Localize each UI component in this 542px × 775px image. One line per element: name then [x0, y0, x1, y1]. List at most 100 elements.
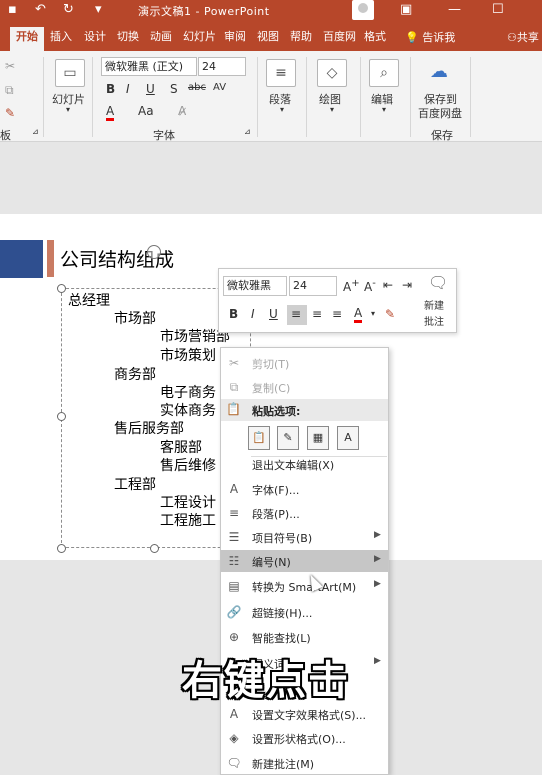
change-case-button[interactable]: Aa: [138, 104, 154, 118]
paste-text-only-icon[interactable]: A: [337, 426, 359, 450]
rotate-handle[interactable]: [147, 245, 161, 259]
ribbon-display-icon[interactable]: ▣: [400, 2, 412, 17]
cut-icon[interactable]: ✂: [5, 59, 15, 73]
paragraph-icon[interactable]: ≡: [266, 59, 296, 87]
italic-button[interactable]: I: [126, 82, 130, 96]
font-size-select[interactable]: 24: [198, 57, 246, 76]
maximize-icon[interactable]: ☐: [492, 2, 504, 17]
chevron-down-icon[interactable]: ▾: [330, 105, 334, 114]
paste-keep-source-format-icon[interactable]: ✎: [277, 426, 299, 450]
redo-icon[interactable]: ↻: [63, 2, 74, 17]
resize-handle[interactable]: [57, 284, 66, 293]
tab-help[interactable]: 帮助: [290, 29, 312, 51]
user-avatar[interactable]: [352, 0, 374, 20]
shadow-button[interactable]: S: [170, 82, 178, 96]
new-comment-label-1[interactable]: 新建: [424, 297, 444, 312]
save-group-label: 保存: [431, 129, 453, 142]
org-line: 售后服务部: [114, 421, 184, 437]
format-painter-icon[interactable]: ✎: [385, 307, 395, 321]
separator: [410, 57, 411, 137]
resize-handle[interactable]: [57, 412, 66, 421]
separator: [306, 57, 307, 137]
menu-item-shape-format[interactable]: ◈ 设置形状格式(O)...: [221, 727, 388, 749]
underline-button[interactable]: U: [146, 82, 155, 96]
italic-button[interactable]: I: [251, 307, 255, 321]
tab-slideshow[interactable]: 幻灯片: [183, 29, 216, 51]
align-left-icon[interactable]: ≡: [291, 307, 301, 321]
editing-icon[interactable]: ⌕: [369, 59, 399, 87]
submenu-arrow-icon: ▶: [374, 530, 381, 540]
title-accent-bar: [0, 240, 43, 278]
baidu-cloud-icon[interactable]: ☁: [430, 61, 448, 82]
paste-picture-icon[interactable]: ▦: [307, 426, 329, 450]
strikethrough-button[interactable]: abc: [188, 82, 206, 93]
menu-item-hyperlink[interactable]: 🔗 超链接(H)...: [221, 601, 388, 623]
tab-animations[interactable]: 动画: [150, 29, 172, 51]
clear-format-icon[interactable]: A̷: [178, 104, 186, 118]
font-color-button[interactable]: A: [106, 104, 115, 121]
resize-handle[interactable]: [150, 544, 159, 553]
org-line: 商务部: [114, 367, 156, 383]
menu-item-convert-smartart[interactable]: ▤ 转换为 SmartArt(M) ▶: [221, 575, 388, 597]
save-icon[interactable]: ▪: [8, 2, 17, 17]
org-line: 工程设计: [160, 495, 216, 511]
menu-item-exit-text-edit[interactable]: 退出文本编辑(X): [221, 453, 388, 475]
customize-icon[interactable]: ▾: [95, 2, 102, 17]
paste-use-destination-theme-icon[interactable]: 📋: [248, 426, 270, 450]
mini-font-name-select[interactable]: 微软雅黑: [223, 276, 287, 296]
org-line: 售后维修: [160, 458, 216, 474]
menu-item-bullets[interactable]: ☰ 项目符号(B) ▶: [221, 526, 388, 548]
menu-item-font[interactable]: A 字体(F)...: [221, 478, 388, 500]
menu-item-copy[interactable]: ⧉ 复制(C): [221, 376, 388, 398]
increase-indent-icon[interactable]: ⇥: [402, 278, 412, 292]
chevron-down-icon[interactable]: ▾: [382, 105, 386, 114]
tell-me[interactable]: 💡 告诉我: [405, 29, 455, 45]
copy-icon[interactable]: ⧉: [5, 83, 14, 98]
bold-button[interactable]: B: [106, 82, 115, 96]
tab-baidu[interactable]: 百度网: [323, 29, 356, 51]
grow-font-button[interactable]: A+: [343, 278, 360, 294]
decrease-indent-icon[interactable]: ⇤: [383, 278, 393, 292]
chevron-down-icon[interactable]: ▾: [371, 309, 375, 318]
new-slide-icon[interactable]: ▭: [55, 59, 85, 87]
align-center-icon[interactable]: ≡: [312, 307, 322, 321]
menu-item-cut[interactable]: ✂ 剪切(T): [221, 352, 388, 374]
save-baidu-label-2[interactable]: 百度网盘: [418, 105, 462, 121]
menu-item-paragraph[interactable]: ≡ 段落(P)...: [221, 502, 388, 524]
format-painter-icon[interactable]: ✎: [5, 106, 15, 120]
minimize-icon[interactable]: —: [448, 2, 461, 17]
font-name-select[interactable]: 微软雅黑 (正文): [101, 57, 197, 76]
underline-button[interactable]: U: [269, 307, 278, 321]
tab-transitions[interactable]: 切换: [117, 29, 139, 51]
share-icon: ⚇: [507, 31, 517, 44]
menu-item-new-comment[interactable]: 🗨 新建批注(M): [221, 752, 388, 774]
bold-button[interactable]: B: [229, 307, 238, 321]
tab-review[interactable]: 审阅: [224, 29, 246, 51]
tab-view[interactable]: 视图: [257, 29, 279, 51]
character-spacing-button[interactable]: AV: [213, 82, 226, 93]
mini-font-size-select[interactable]: 24: [289, 276, 337, 296]
dialog-launcher-icon[interactable]: ⊿: [244, 127, 251, 136]
align-right-icon[interactable]: ≡: [332, 307, 342, 321]
drawing-icon[interactable]: ◇: [317, 59, 347, 87]
tab-format[interactable]: 格式: [364, 29, 386, 51]
chevron-down-icon[interactable]: ▾: [66, 105, 70, 114]
menu-item-smart-lookup[interactable]: ⊕ 智能查找(L): [221, 626, 388, 648]
tab-home[interactable]: 开始: [10, 27, 44, 51]
menu-item-numbering[interactable]: ☷ 编号(N) ▶: [221, 550, 388, 572]
separator: [470, 57, 471, 137]
tab-design[interactable]: 设计: [84, 29, 106, 51]
resize-handle[interactable]: [57, 544, 66, 553]
undo-icon[interactable]: ↶: [35, 2, 46, 17]
menu-item-text-effects[interactable]: A 设置文字效果格式(S)...: [221, 703, 388, 725]
tab-insert[interactable]: 插入: [50, 29, 72, 51]
shrink-font-button[interactable]: A-: [364, 278, 376, 294]
font-color-button[interactable]: A: [354, 307, 363, 323]
share-button[interactable]: ⚇共享: [507, 29, 539, 45]
chevron-down-icon[interactable]: ▾: [280, 105, 284, 114]
new-comment-icon[interactable]: 🗨: [428, 273, 448, 292]
dialog-launcher-icon[interactable]: ⊿: [32, 127, 39, 136]
smartart-icon: ▤: [228, 579, 240, 593]
paste-icon: 📋: [226, 402, 241, 416]
new-comment-label-2[interactable]: 批注: [424, 313, 444, 328]
